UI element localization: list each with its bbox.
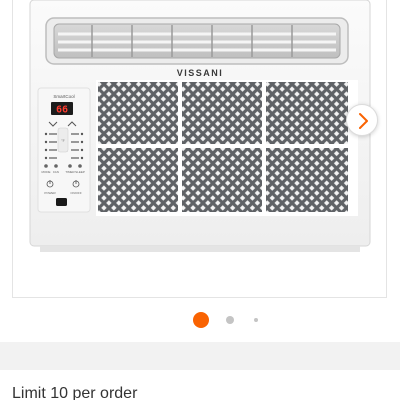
- svg-text:°F: °F: [61, 139, 65, 143]
- brand-logo: VISSANI: [177, 68, 224, 78]
- carousel-dot-active[interactable]: [193, 312, 209, 328]
- svg-text:MODE: MODE: [42, 170, 51, 174]
- product-image[interactable]: VISSANI SmartCool 66 °F MODE FAN TIMER S…: [0, 0, 400, 300]
- front-grille: [96, 80, 358, 216]
- section-divider: [0, 342, 400, 370]
- fan-button-dot: [54, 164, 58, 168]
- svg-text:TIMER: TIMER: [65, 170, 75, 174]
- product-page: VISSANI SmartCool 66 °F MODE FAN TIMER S…: [0, 0, 400, 400]
- next-image-button[interactable]: [346, 104, 378, 136]
- carousel-dot[interactable]: [254, 318, 258, 322]
- carousel-dot[interactable]: [226, 316, 234, 324]
- top-louver-vent: [45, 17, 349, 65]
- mode-button-dot: [44, 164, 48, 168]
- limit-per-order-text: Limit 10 per order: [12, 385, 138, 400]
- temperature-readout: 66: [56, 105, 68, 116]
- svg-text:FAN: FAN: [53, 170, 59, 174]
- remote-sensor: [56, 198, 67, 206]
- control-panel: SmartCool 66 °F MODE FAN TIMER SLEEP POW…: [37, 87, 91, 213]
- svg-text:SLEEP: SLEEP: [75, 170, 85, 174]
- sleep-button-dot: [78, 164, 82, 168]
- control-panel-header: SmartCool: [53, 94, 74, 99]
- svg-text:POWER: POWER: [44, 191, 56, 195]
- timer-button-dot: [68, 164, 72, 168]
- chevron-right-icon: [359, 113, 368, 129]
- carousel-dots: [0, 310, 400, 330]
- svg-text:ON/OFF: ON/OFF: [70, 191, 81, 195]
